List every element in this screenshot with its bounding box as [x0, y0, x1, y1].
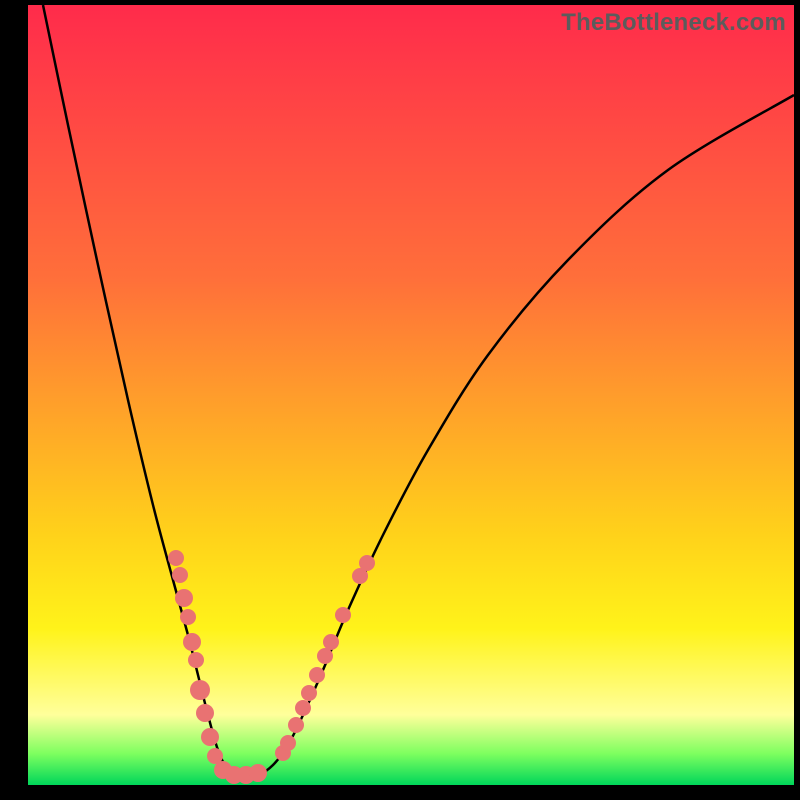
- dot: [288, 717, 304, 733]
- dot: [323, 634, 339, 650]
- plot-area: TheBottleneck.com: [28, 5, 794, 785]
- dot: [196, 704, 214, 722]
- dot: [280, 735, 296, 751]
- dot: [317, 648, 333, 664]
- dot: [175, 589, 193, 607]
- curve-layer: [28, 5, 794, 785]
- bottleneck-curve: [43, 5, 794, 776]
- dot: [309, 667, 325, 683]
- dot: [188, 652, 204, 668]
- dot: [201, 728, 219, 746]
- dot: [295, 700, 311, 716]
- dot: [180, 609, 196, 625]
- highlight-dots: [168, 550, 375, 784]
- dot: [301, 685, 317, 701]
- dot: [190, 680, 210, 700]
- dot: [168, 550, 184, 566]
- chart-frame: TheBottleneck.com: [0, 0, 800, 800]
- dot: [359, 555, 375, 571]
- dot: [183, 633, 201, 651]
- dot: [249, 764, 267, 782]
- dot: [172, 567, 188, 583]
- dot: [335, 607, 351, 623]
